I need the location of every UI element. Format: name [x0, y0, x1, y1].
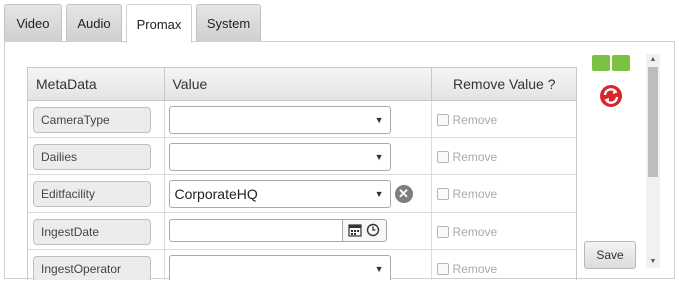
- value-select[interactable]: ▼: [168, 142, 391, 171]
- tab-audio[interactable]: Audio: [66, 4, 122, 42]
- chevron-down-icon: ▼: [374, 151, 384, 162]
- remove-checkbox[interactable]: Remove: [436, 187, 498, 202]
- chevron-down-icon: ▼: [374, 114, 384, 125]
- clear-value-icon[interactable]: ✕: [394, 185, 413, 204]
- table-row: Dailies ▼ Remove: [28, 137, 576, 176]
- value-select[interactable]: ▼: [168, 255, 391, 280]
- tab-bar: Video Audio Promax System: [4, 4, 675, 43]
- metadata-table: MetaData Value Remove Value ? CameraType…: [28, 68, 576, 280]
- header-remove-value: Remove Value ?: [431, 68, 576, 101]
- metadata-table-container: MetaData Value Remove Value ? CameraType…: [27, 67, 577, 280]
- scroll-down-icon[interactable]: ▼: [646, 256, 660, 268]
- date-input[interactable]: [168, 218, 343, 242]
- remove-label: Remove: [452, 149, 498, 164]
- table-row: IngestOperator ▼ Remove: [28, 249, 576, 280]
- metadata-label: IngestOperator: [33, 256, 151, 280]
- metadata-label: CameraType: [33, 106, 151, 133]
- remove-label: Remove: [452, 112, 498, 127]
- select-value: CorporateHQ: [174, 186, 258, 203]
- metadata-label: IngestDate: [33, 218, 151, 245]
- checkbox-box[interactable]: [436, 113, 449, 126]
- table-row: Editfacility CorporateHQ ▼ ✕ Remove: [28, 174, 576, 213]
- remove-checkbox[interactable]: Remove: [436, 224, 498, 239]
- value-select[interactable]: ▼: [168, 105, 391, 134]
- header-value: Value: [164, 68, 432, 101]
- refresh-icon[interactable]: [599, 84, 623, 108]
- date-picker-buttons: [341, 218, 387, 242]
- metadata-label: Dailies: [33, 143, 151, 170]
- scroll-up-icon[interactable]: ▲: [646, 54, 660, 66]
- checkbox-box[interactable]: [436, 188, 449, 201]
- value-select[interactable]: CorporateHQ ▼: [168, 180, 391, 209]
- remove-label: Remove: [452, 262, 498, 277]
- chevron-down-icon: ▼: [374, 264, 384, 275]
- checkbox-box[interactable]: [436, 263, 449, 276]
- chevron-down-icon: ▼: [374, 189, 384, 200]
- promax-panel: MetaData Value Remove Value ? CameraType…: [4, 41, 675, 280]
- remove-checkbox[interactable]: Remove: [436, 149, 498, 164]
- checkbox-box[interactable]: [436, 150, 449, 163]
- calendar-icon[interactable]: [348, 223, 362, 237]
- remove-checkbox[interactable]: Remove: [436, 262, 498, 277]
- green-action-button-left[interactable]: [592, 55, 610, 71]
- save-button[interactable]: Save: [584, 241, 636, 269]
- green-action-button-right[interactable]: [612, 55, 630, 71]
- table-header-row: MetaData Value Remove Value ?: [28, 68, 576, 101]
- tab-video[interactable]: Video: [4, 4, 62, 42]
- tab-promax[interactable]: Promax: [126, 4, 192, 43]
- metadata-label: Editfacility: [33, 181, 151, 208]
- remove-label: Remove: [452, 224, 498, 239]
- header-metadata: MetaData: [28, 68, 165, 101]
- table-row: CameraType ▼ Remove: [28, 100, 576, 138]
- checkbox-box[interactable]: [436, 225, 449, 238]
- remove-checkbox[interactable]: Remove: [436, 112, 498, 127]
- remove-label: Remove: [452, 187, 498, 202]
- tab-system[interactable]: System: [196, 4, 261, 42]
- scrollbar-thumb[interactable]: [648, 67, 658, 177]
- clock-icon[interactable]: [366, 223, 380, 237]
- table-row: IngestDate Remove: [28, 212, 576, 251]
- vertical-scrollbar[interactable]: ▲ ▼: [646, 54, 660, 268]
